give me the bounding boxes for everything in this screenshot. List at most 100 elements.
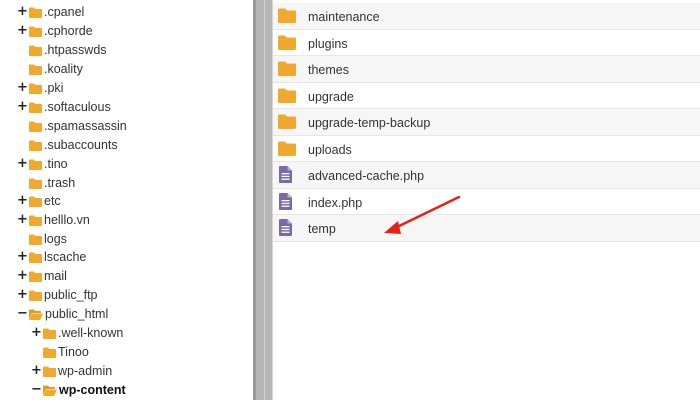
expand-icon[interactable]: + [17, 267, 28, 285]
tree-item-cpanel[interactable]: + .cpanel [17, 3, 84, 21]
expand-icon[interactable]: + [17, 22, 28, 40]
tree-item-label: .cpanel [44, 5, 85, 19]
tree-item-tino[interactable]: + .tino [17, 155, 68, 173]
tree-item-label: public_ftp [44, 288, 98, 302]
folder-icon [29, 45, 42, 56]
tree-item-label: wp-content [59, 383, 126, 397]
folder-icon [29, 234, 42, 245]
folder-icon [29, 121, 42, 132]
file-row[interactable]: upgrade [273, 83, 700, 109]
folder-icon [43, 328, 56, 339]
tree-item-pki[interactable]: + .pki [17, 79, 63, 97]
folder-icon [278, 35, 296, 50]
expand-icon[interactable]: + [17, 192, 28, 210]
expand-icon[interactable]: + [17, 248, 28, 266]
file-name: index.php [308, 195, 363, 210]
tree-item-htpasswds[interactable]: .htpasswds [17, 41, 107, 59]
tree-item-label: .tino [44, 157, 68, 171]
tree-item-label: etc [44, 194, 61, 208]
file-name: upgrade [308, 89, 354, 104]
tree-item-wp-content[interactable]: − wp-content [31, 381, 126, 399]
tree-item-lscache[interactable]: + lscache [17, 248, 86, 266]
tree-item-label: public_html [45, 307, 109, 321]
folder-icon [29, 159, 42, 170]
expand-icon[interactable]: + [17, 211, 28, 229]
file-row[interactable]: index.php [273, 189, 700, 215]
folder-icon [278, 8, 296, 23]
expand-icon[interactable]: + [31, 362, 42, 380]
file-icon [279, 166, 292, 183]
tree-item-label: .htpasswds [44, 43, 107, 57]
pane-splitter[interactable] [253, 0, 273, 400]
folder-icon [29, 102, 42, 113]
tree-item-label: helllo.vn [44, 213, 90, 227]
file-name: plugins [308, 36, 348, 51]
tree-item-helllo-vn[interactable]: + helllo.vn [17, 211, 90, 229]
folder-icon [29, 290, 42, 301]
folder-open-icon [43, 385, 57, 396]
tree-item-koality[interactable]: .koality [17, 60, 83, 78]
file-row[interactable]: upgrade-temp-backup [273, 109, 700, 136]
folder-icon [29, 215, 42, 226]
tree-item-public-html[interactable]: − public_html [17, 305, 108, 323]
tree-item-etc[interactable]: + etc [17, 192, 61, 210]
tree-item-mail[interactable]: + mail [17, 267, 67, 285]
tree-item-wp-admin[interactable]: + wp-admin [31, 362, 112, 380]
folder-icon [29, 196, 42, 207]
folder-icon [278, 88, 296, 103]
tree-item-logs[interactable]: logs [17, 230, 67, 248]
tree-item-label: .well-known [58, 326, 124, 340]
file-name: themes [308, 63, 349, 77]
tree-item-label: Tinoo [58, 345, 89, 359]
file-name: maintenance [308, 10, 380, 24]
file-name: advanced-cache.php [308, 169, 425, 183]
file-row[interactable]: advanced-cache.php [273, 162, 700, 189]
folder-icon [29, 7, 42, 18]
file-icon [279, 219, 292, 236]
expand-icon[interactable]: + [17, 286, 28, 304]
tree-item-label: mail [44, 269, 67, 283]
tree-item-trash[interactable]: .trash [17, 174, 75, 192]
tree-item-label: .spamassassin [44, 119, 127, 133]
folder-open-icon [29, 309, 43, 320]
folder-icon [43, 366, 56, 377]
tree-item-label: .trash [44, 176, 76, 190]
tree-item-label: logs [44, 232, 67, 246]
tree-item-label: .subaccounts [44, 138, 118, 152]
tree-item-spamassassin[interactable]: .spamassassin [17, 117, 127, 135]
tree-item-label: lscache [44, 250, 87, 264]
folder-icon [29, 83, 42, 94]
folder-icon [43, 347, 56, 358]
file-name: temp [308, 222, 336, 236]
tree-item-tinoo[interactable]: Tinoo [31, 343, 89, 361]
folder-icon [278, 141, 296, 156]
folder-icon [29, 64, 42, 75]
tree-item-label: .softaculous [44, 100, 111, 114]
tree-item-subaccounts[interactable]: .subaccounts [17, 136, 118, 154]
folder-icon [278, 114, 296, 129]
tree-item-public-ftp[interactable]: + public_ftp [17, 286, 98, 304]
collapse-icon[interactable]: − [31, 381, 42, 399]
file-name: upgrade-temp-backup [308, 116, 431, 130]
expand-icon[interactable]: + [31, 324, 42, 342]
tree-item-label: .cphorde [44, 24, 93, 38]
file-row[interactable]: themes [273, 56, 700, 83]
tree-item-cphorde[interactable]: + .cphorde [17, 22, 93, 40]
file-row[interactable]: plugins [273, 30, 700, 56]
expand-icon[interactable]: + [17, 3, 28, 21]
collapse-icon[interactable]: − [17, 305, 28, 323]
folder-icon [278, 61, 296, 76]
file-name: uploads [308, 142, 352, 157]
file-row[interactable]: uploads [273, 136, 700, 162]
splitter-grip [264, 0, 265, 400]
file-row[interactable]: temp [273, 215, 700, 242]
expand-icon[interactable]: + [17, 155, 28, 173]
tree-item-well-known[interactable]: + .well-known [31, 324, 123, 342]
folder-icon [29, 252, 42, 263]
tree-item-label: .koality [44, 62, 83, 76]
file-row[interactable]: maintenance [273, 3, 700, 30]
expand-icon[interactable]: + [17, 79, 28, 97]
tree-item-label: .pki [44, 81, 64, 95]
tree-item-softaculous[interactable]: + .softaculous [17, 98, 111, 116]
expand-icon[interactable]: + [17, 98, 28, 116]
